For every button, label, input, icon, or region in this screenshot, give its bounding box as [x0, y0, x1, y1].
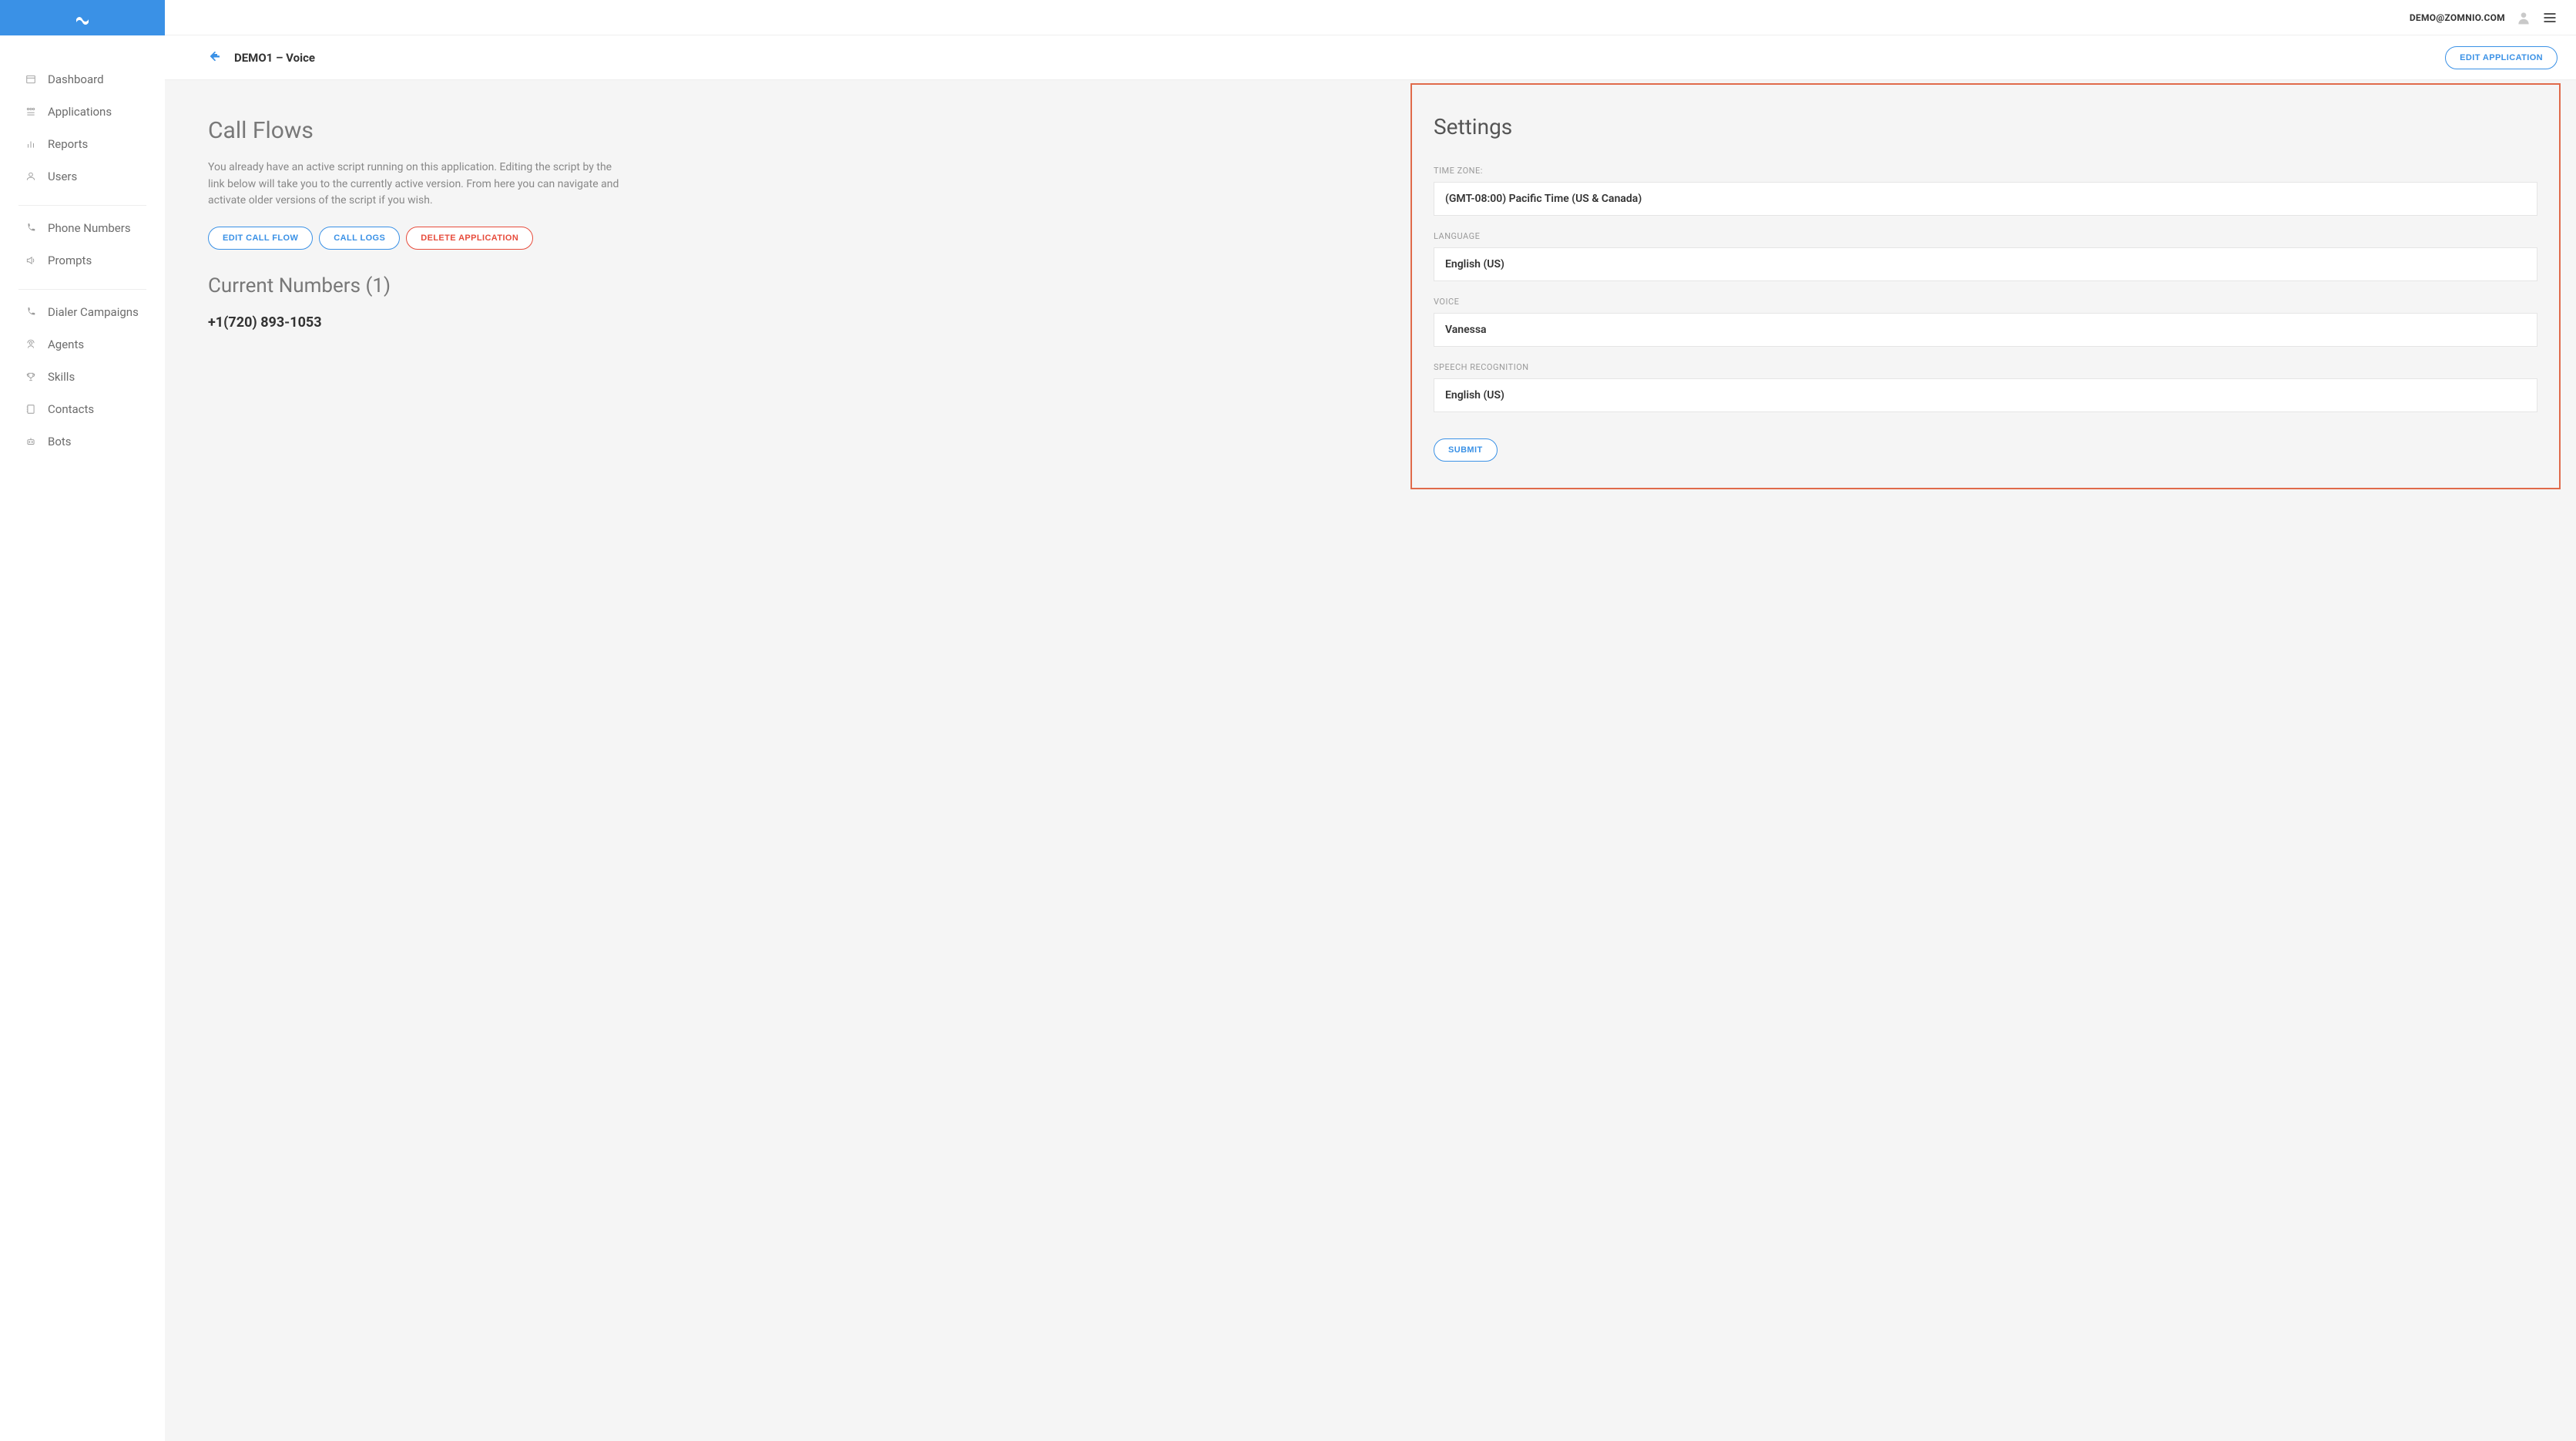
sidebar-item-label: Contacts	[48, 402, 94, 416]
sidebar-item-label: Applications	[48, 105, 112, 119]
timezone-field: TIME ZONE: (GMT-08:00) Pacific Time (US …	[1434, 166, 2537, 216]
settings-panel: Settings TIME ZONE: (GMT-08:00) Pacific …	[1410, 83, 2561, 489]
language-field: LANGUAGE English (US)	[1434, 231, 2537, 281]
page-title: DEMO1 – Voice	[234, 51, 315, 65]
settings-heading: Settings	[1434, 114, 2537, 139]
language-select[interactable]: English (US)	[1434, 247, 2537, 281]
dashboard-icon	[25, 73, 37, 86]
sidebar-item-label: Bots	[48, 435, 72, 448]
content: Call Flows You already have an active sc…	[165, 80, 2576, 1441]
agent-icon	[25, 338, 37, 351]
user-icon	[25, 170, 37, 183]
sidebar-item-reports[interactable]: Reports	[18, 128, 146, 160]
sidebar-item-applications[interactable]: Applications	[18, 96, 146, 128]
trophy-icon	[25, 371, 37, 383]
user-email[interactable]: DEMO@ZOMNIO.COM	[2410, 12, 2505, 23]
sidebar-item-label: Agents	[48, 338, 84, 351]
phone-icon	[25, 222, 37, 234]
main: DEMO@ZOMNIO.COM DEMO1 – Voice EDIT APPLI…	[165, 0, 2576, 1441]
timezone-select[interactable]: (GMT-08:00) Pacific Time (US & Canada)	[1434, 182, 2537, 216]
edit-call-flow-button[interactable]: EDIT CALL FLOW	[208, 227, 313, 250]
page-header: DEMO1 – Voice EDIT APPLICATION	[165, 35, 2576, 80]
timezone-label: TIME ZONE:	[1434, 166, 2537, 176]
sidebar-item-phone-numbers[interactable]: Phone Numbers	[18, 212, 146, 244]
call-flows-heading: Call Flows	[208, 117, 1358, 144]
delete-application-button[interactable]: DELETE APPLICATION	[406, 227, 533, 250]
speech-recognition-label: SPEECH RECOGNITION	[1434, 362, 2537, 372]
sidebar-item-label: Prompts	[48, 254, 92, 267]
logo-icon	[73, 8, 92, 27]
chart-icon	[25, 138, 37, 150]
sidebar-item-agents[interactable]: Agents	[18, 328, 146, 361]
avatar-icon[interactable]	[2516, 10, 2531, 25]
call-flows-column: Call Flows You already have an active sc…	[165, 80, 1386, 1441]
phone-icon	[25, 306, 37, 318]
call-flows-description: You already have an active script runnin…	[208, 160, 624, 210]
sidebar-item-skills[interactable]: Skills	[18, 361, 146, 393]
speaker-icon	[25, 254, 37, 267]
submit-button[interactable]: SUBMIT	[1434, 438, 1498, 462]
call-logs-button[interactable]: CALL LOGS	[319, 227, 400, 250]
sidebar-item-contacts[interactable]: Contacts	[18, 393, 146, 425]
sidebar-item-label: Users	[48, 170, 77, 183]
current-numbers-heading: Current Numbers (1)	[208, 274, 1358, 297]
sidebar: Dashboard Applications Reports Users	[0, 0, 165, 1441]
speech-recognition-select[interactable]: English (US)	[1434, 378, 2537, 412]
back-arrow-icon[interactable]	[208, 49, 222, 66]
topbar: DEMO@ZOMNIO.COM	[165, 0, 2576, 35]
sidebar-item-label: Reports	[48, 137, 88, 151]
sidebar-item-label: Skills	[48, 370, 75, 384]
sidebar-item-label: Dashboard	[48, 72, 104, 86]
edit-application-button[interactable]: EDIT APPLICATION	[2445, 46, 2558, 69]
sidebar-item-bots[interactable]: Bots	[18, 425, 146, 458]
apps-icon	[25, 106, 37, 118]
hamburger-menu-icon[interactable]	[2542, 10, 2558, 25]
settings-column: Settings TIME ZONE: (GMT-08:00) Pacific …	[1404, 80, 2576, 1441]
language-label: LANGUAGE	[1434, 231, 2537, 241]
speech-recognition-field: SPEECH RECOGNITION English (US)	[1434, 362, 2537, 412]
sidebar-item-dashboard[interactable]: Dashboard	[18, 63, 146, 96]
sidebar-item-users[interactable]: Users	[18, 160, 146, 193]
contacts-icon	[25, 403, 37, 415]
voice-field: VOICE Vanessa	[1434, 297, 2537, 347]
voice-select[interactable]: Vanessa	[1434, 313, 2537, 347]
logo[interactable]	[0, 0, 165, 35]
phone-number: +1(720) 893-1053	[208, 314, 1358, 331]
bot-icon	[25, 435, 37, 448]
sidebar-item-prompts[interactable]: Prompts	[18, 244, 146, 277]
sidebar-item-label: Dialer Campaigns	[48, 305, 139, 319]
sidebar-item-label: Phone Numbers	[48, 221, 131, 235]
voice-label: VOICE	[1434, 297, 2537, 307]
sidebar-item-dialer-campaigns[interactable]: Dialer Campaigns	[18, 296, 146, 328]
sidebar-nav: Dashboard Applications Reports Users	[0, 35, 165, 470]
